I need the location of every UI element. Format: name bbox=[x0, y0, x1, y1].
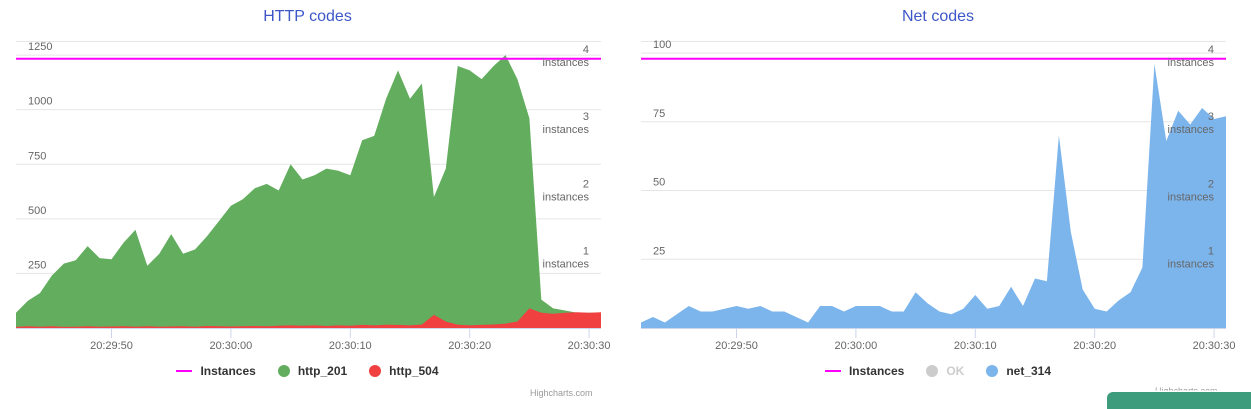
x-tick-label: 20:29:50 bbox=[715, 340, 758, 352]
instances-axis-label: instances bbox=[1168, 259, 1215, 271]
legend-item-instances[interactable]: Instances bbox=[824, 364, 905, 378]
legend-dot-icon bbox=[986, 365, 999, 377]
x-tick-label: 20:29:50 bbox=[90, 340, 133, 352]
x-tick-label: 20:30:30 bbox=[1193, 340, 1236, 352]
x-tick-label: 20:30:00 bbox=[209, 340, 252, 352]
instances-tick-label: 1 bbox=[1208, 246, 1214, 258]
legend-label: net_314 bbox=[1006, 364, 1052, 378]
instances-tick-label: 2 bbox=[583, 178, 589, 190]
series-area-http-201 bbox=[16, 55, 601, 328]
credits-link[interactable]: Highcharts.com bbox=[530, 388, 593, 398]
legend-dot-icon bbox=[926, 365, 939, 377]
legend-item-http-504[interactable]: http_504 bbox=[369, 364, 439, 378]
legend-label: http_504 bbox=[389, 364, 439, 378]
instances-tick-label: 4 bbox=[1208, 44, 1214, 56]
net-codes-chart: Net codes 25 50 75 100 1 instances 2 instances 3… bbox=[625, 0, 1251, 409]
legend-item-http-201[interactable]: http_201 bbox=[277, 364, 348, 378]
instances-axis-label: instances bbox=[543, 124, 590, 136]
y-tick-label: 75 bbox=[653, 108, 665, 120]
instances-tick-label: 1 bbox=[583, 246, 589, 258]
legend-item-ok[interactable]: OK bbox=[926, 364, 964, 378]
legend-line-icon bbox=[176, 370, 193, 372]
series-area-net-314 bbox=[641, 64, 1226, 328]
net-chart-plot: 2550751001instances2instances3instances4… bbox=[641, 39, 1236, 352]
x-tick-label: 20:30:20 bbox=[448, 340, 491, 352]
instances-axis-label: instances bbox=[543, 191, 590, 203]
legend-item-instances[interactable]: Instances bbox=[176, 364, 256, 378]
legend-line-icon bbox=[824, 370, 841, 372]
http-chart-plot: 250500750100012501instances2instances3in… bbox=[16, 41, 611, 352]
x-tick-label: 20:30:10 bbox=[954, 340, 997, 352]
instances-axis-label: instances bbox=[543, 57, 590, 69]
instances-axis-label: instances bbox=[1168, 124, 1215, 136]
corner-action-button[interactable] bbox=[1107, 392, 1251, 409]
y-tick-label: 100 bbox=[653, 39, 671, 51]
legend-label: OK bbox=[946, 364, 965, 378]
chart-legend: Instances http_201 http_504 bbox=[0, 364, 615, 378]
legend-label: Instances bbox=[200, 364, 256, 378]
x-tick-label: 20:30:10 bbox=[329, 340, 372, 352]
y-tick-label: 1000 bbox=[28, 96, 52, 108]
y-tick-label: 750 bbox=[28, 150, 46, 162]
legend-dot-icon bbox=[369, 365, 382, 377]
x-tick-label: 20:30:00 bbox=[834, 340, 877, 352]
instances-axis-label: instances bbox=[543, 259, 590, 271]
instances-axis-label: instances bbox=[1168, 191, 1215, 203]
y-tick-label: 500 bbox=[28, 205, 46, 217]
instances-tick-label: 3 bbox=[1208, 111, 1214, 123]
y-tick-label: 250 bbox=[28, 259, 46, 271]
http-codes-chart: HTTP codes 250 500 750 1000 1250 1 instances 2 i… bbox=[0, 0, 615, 409]
legend-label: Instances bbox=[848, 364, 905, 378]
instances-tick-label: 3 bbox=[583, 111, 589, 123]
x-tick-label: 20:30:20 bbox=[1073, 340, 1116, 352]
chart-legend: Instances OK net_314 bbox=[625, 364, 1251, 378]
legend-dot-icon bbox=[277, 365, 290, 377]
legend-item-net-314[interactable]: net_314 bbox=[986, 364, 1051, 378]
instances-tick-label: 4 bbox=[583, 44, 589, 56]
legend-label: http_201 bbox=[297, 364, 348, 378]
instances-tick-label: 2 bbox=[1208, 178, 1214, 190]
instances-axis-label: instances bbox=[1168, 57, 1215, 69]
y-tick-label: 50 bbox=[653, 177, 665, 189]
y-tick-label: 1250 bbox=[28, 41, 52, 53]
x-tick-label: 20:30:30 bbox=[568, 340, 611, 352]
y-tick-label: 25 bbox=[653, 245, 665, 257]
